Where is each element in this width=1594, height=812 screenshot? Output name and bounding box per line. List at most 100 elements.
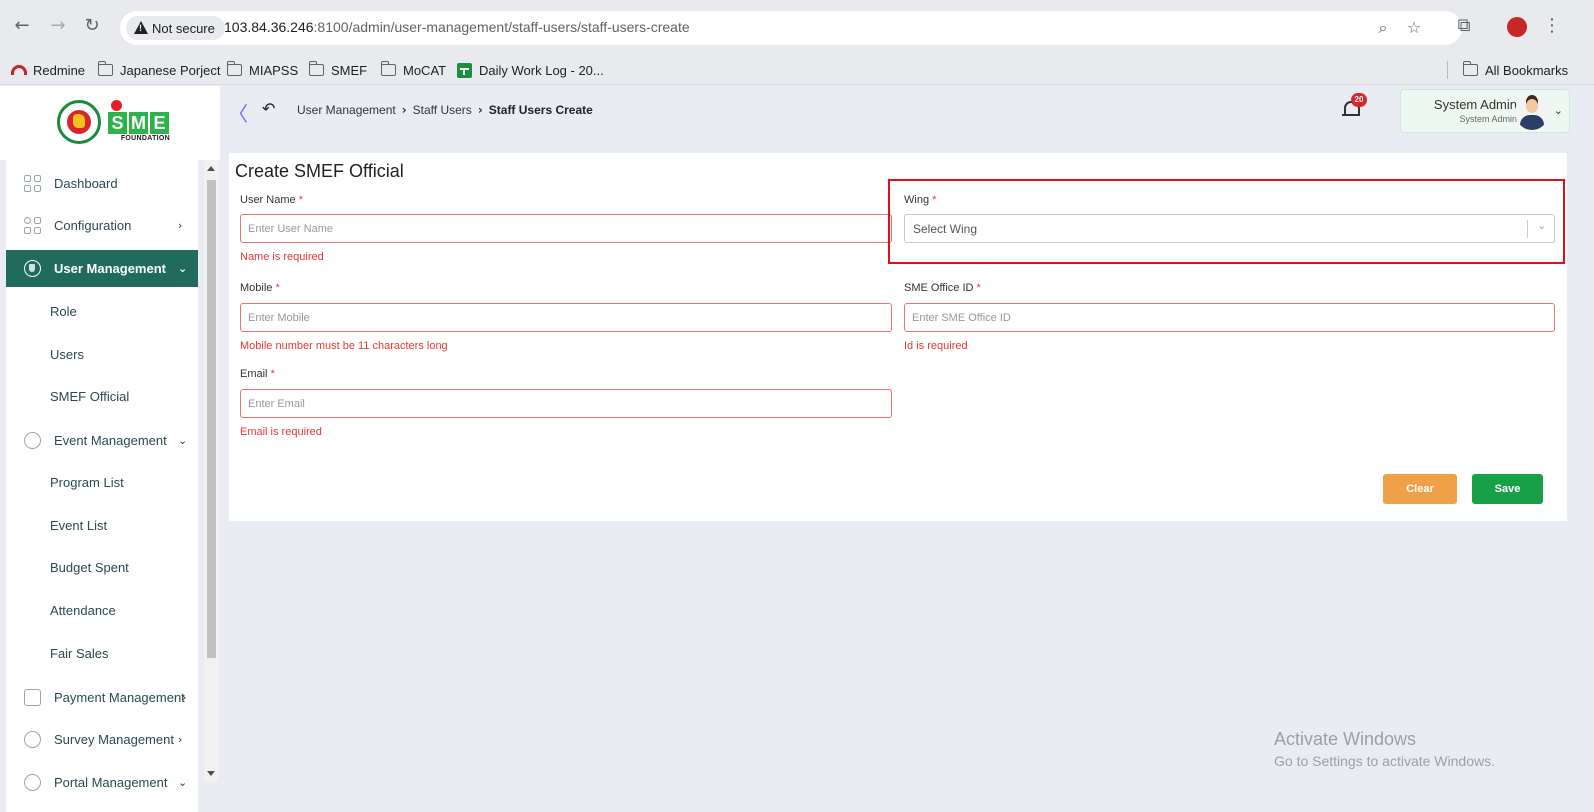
folder-icon <box>226 61 242 76</box>
browser-toolbar: ← → ↻ Not secure 103.84.36.246:8100/admi… <box>0 0 1594 55</box>
url-host: 103.84.36.246 <box>224 19 314 35</box>
email-input[interactable] <box>240 389 892 418</box>
chevron-down-icon: ⌄ <box>1553 104 1563 117</box>
sidebar-sub-budget-spent[interactable]: Budget Spent <box>50 560 129 575</box>
sidebar-sub-fair-sales[interactable]: Fair Sales <box>50 646 109 661</box>
bookmark-label: SMEF <box>331 62 368 78</box>
windows-activation-watermark: Activate Windows Go to Settings to activ… <box>1274 729 1495 769</box>
collapse-sidebar-icon[interactable]: 〈 <box>228 98 248 127</box>
all-bookmarks[interactable]: All Bookmarks <box>1462 60 1569 80</box>
user-name-input[interactable] <box>240 214 892 243</box>
label-text: User Name <box>240 194 296 206</box>
scroll-down-arrow-icon[interactable] <box>207 771 215 776</box>
sidebar-sub-program-list[interactable]: Program List <box>50 475 124 490</box>
sidebar-item-user-management[interactable]: User Management ⌄ <box>6 250 198 287</box>
chevron-right-icon: › <box>178 733 183 746</box>
sme-foundation-logo[interactable]: S M E FOUNDATION <box>108 98 170 146</box>
notification-badge: 20 <box>1351 93 1367 107</box>
shield-icon <box>24 260 41 277</box>
sidebar-item-payment-management[interactable]: Payment Management › <box>6 679 198 716</box>
sidebar: Dashboard Configuration › User Managemen… <box>6 160 198 812</box>
logo-letter: S <box>108 112 127 134</box>
app: S M E FOUNDATION 〈 ↶ User Management › S… <box>0 86 1594 812</box>
star-icon[interactable]: ☆ <box>1404 18 1424 38</box>
logo-letter: M <box>129 112 148 134</box>
folder-icon <box>1462 61 1478 76</box>
bookmark-divider <box>1447 61 1448 79</box>
zoom-icon[interactable]: ⌕ <box>1373 18 1393 38</box>
folder-icon <box>308 61 324 76</box>
user-name-error: Name is required <box>240 251 324 263</box>
bookmark-miapss[interactable]: MIAPSS <box>226 60 299 80</box>
sidebar-sub-role[interactable]: Role <box>50 304 77 319</box>
sidebar-item-label: Dashboard <box>54 176 118 191</box>
security-chip[interactable]: Not secure <box>126 16 225 40</box>
watermark-subtitle: Go to Settings to activate Windows. <box>1274 753 1495 769</box>
bookmark-label: MIAPSS <box>249 62 299 78</box>
profile-name: System Admin <box>1433 97 1517 112</box>
extensions-icon[interactable]: ⧉ <box>1452 14 1476 38</box>
logo-tagline: FOUNDATION <box>120 135 170 142</box>
bookmark-daily-work-log[interactable]: Daily Work Log - 20... <box>457 60 604 80</box>
chevron-right-icon: › <box>178 219 183 232</box>
reload-icon[interactable]: ↻ <box>80 14 104 38</box>
scroll-up-arrow-icon[interactable] <box>207 166 215 171</box>
bookmark-redmine[interactable]: Redmine <box>11 60 85 80</box>
sidebar-item-survey-management[interactable]: Survey Management › <box>6 721 198 758</box>
sidebar-item-label: Survey Management <box>54 732 174 747</box>
clear-button[interactable]: Clear <box>1383 474 1457 504</box>
bookmark-label: Redmine <box>33 62 86 78</box>
user-profile-menu[interactable]: System Admin System Admin ⌄ <box>1400 89 1570 133</box>
sidebar-sub-event-list[interactable]: Event List <box>50 518 107 533</box>
scroll-thumb[interactable] <box>207 180 216 658</box>
chevron-right-icon: › <box>401 103 407 117</box>
undo-back-icon[interactable]: ↶ <box>262 99 275 118</box>
sidebar-item-label: User Management <box>54 261 166 276</box>
label-text: Email <box>240 368 268 380</box>
url-path: :8100/admin/user-management/staff-users/… <box>313 19 690 35</box>
warning-icon <box>134 21 148 35</box>
watermark-title: Activate Windows <box>1274 729 1417 749</box>
sidebar-item-label: Payment Management <box>54 690 185 705</box>
profile-avatar-icon[interactable] <box>1507 17 1527 37</box>
folder-icon <box>97 61 113 76</box>
bookmark-label: MoCAT <box>403 62 447 78</box>
office-id-error: Id is required <box>904 340 968 352</box>
pie-chart-icon <box>24 731 41 748</box>
forward-arrow-icon[interactable]: → <box>46 14 70 38</box>
highlight-box <box>888 179 1565 264</box>
sidebar-scrollbar[interactable] <box>204 160 219 782</box>
sidebar-sub-users[interactable]: Users <box>50 347 84 362</box>
sidebar-item-dashboard[interactable]: Dashboard <box>6 165 198 202</box>
chevron-right-icon: › <box>182 691 187 704</box>
office-id-input[interactable] <box>904 303 1555 332</box>
sidebar-sub-smef-official[interactable]: SMEF Official <box>50 389 129 404</box>
breadcrumb-staff-users[interactable]: Staff Users <box>413 103 472 117</box>
logo-dot <box>111 100 122 111</box>
url-text[interactable]: 103.84.36.246:8100/admin/user-management… <box>224 19 690 35</box>
mobile-input[interactable] <box>240 303 892 332</box>
address-bar[interactable]: Not secure 103.84.36.246:8100/admin/user… <box>120 11 1462 45</box>
logo-letter: E <box>150 112 169 134</box>
required-mark: * <box>976 282 981 294</box>
mobile-label: Mobile * <box>240 282 280 294</box>
email-error: Email is required <box>240 426 322 438</box>
office-id-label: SME Office ID * <box>904 282 981 294</box>
sidebar-item-configuration[interactable]: Configuration › <box>6 207 198 244</box>
bookmark-mocat[interactable]: MoCAT <box>380 60 447 80</box>
bookmark-label: Daily Work Log - 20... <box>479 62 604 78</box>
bookmark-smef[interactable]: SMEF <box>308 60 368 80</box>
save-button[interactable]: Save <box>1472 474 1543 504</box>
bookmark-label: All Bookmarks <box>1485 62 1569 78</box>
sidebar-sub-attendance[interactable]: Attendance <box>50 603 116 618</box>
back-arrow-icon[interactable]: ← <box>10 14 34 38</box>
bookmark-japanese-porject[interactable]: Japanese Porject <box>97 60 221 80</box>
mobile-error: Mobile number must be 11 characters long <box>240 340 448 352</box>
menu-dots-icon[interactable]: ⋮ <box>1540 14 1564 38</box>
bookmark-label: Japanese Porject <box>120 62 221 78</box>
sidebar-item-event-management[interactable]: Event Management ⌄ <box>6 422 198 459</box>
sidebar-item-portal-management[interactable]: Portal Management ⌄ <box>6 764 198 801</box>
breadcrumb-user-management[interactable]: User Management <box>297 103 396 117</box>
avatar <box>1515 94 1549 130</box>
chevron-down-icon: ⌄ <box>178 434 188 447</box>
